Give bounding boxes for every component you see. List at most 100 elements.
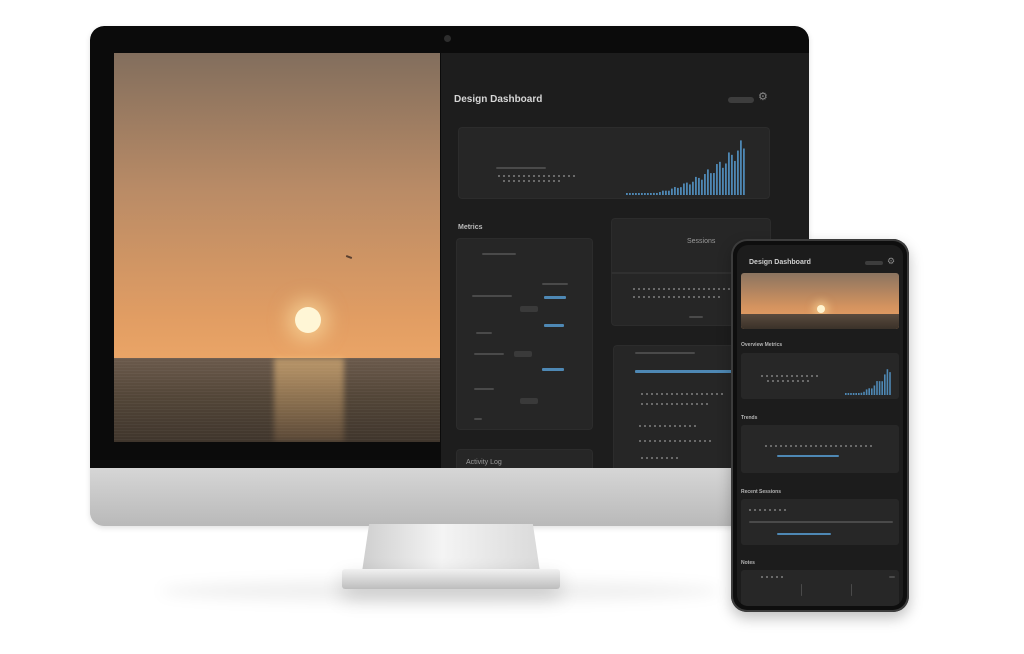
form-progress — [544, 296, 566, 299]
trend-bar — [716, 164, 718, 195]
trend-bar — [674, 186, 676, 195]
phone-sessions-row — [749, 521, 893, 523]
phone-sessions-row — [749, 509, 789, 511]
phone-trends-row — [765, 445, 875, 447]
phone-dashboard-title: Design Dashboard — [749, 259, 811, 266]
phone-notes-divider — [801, 584, 802, 596]
trend-bar — [728, 152, 730, 195]
phone-notes-row — [761, 576, 785, 578]
form-row — [474, 418, 482, 420]
trend-bar — [743, 148, 745, 195]
sunset-photo — [114, 53, 440, 442]
form-row — [474, 353, 504, 355]
desktop-monitor: Design Dashboard ⚙ Metrics Sessions Acti… — [90, 26, 809, 526]
trend-bar — [677, 187, 679, 195]
form-row — [476, 332, 492, 334]
details-progress — [635, 370, 733, 373]
trend-bar — [650, 193, 652, 195]
sun-reflection — [274, 358, 344, 442]
trend-bar — [683, 183, 685, 195]
trend-bar — [635, 193, 637, 195]
trend-bar — [629, 193, 631, 195]
phone-sessions-card — [741, 499, 899, 545]
trend-bar — [659, 192, 661, 195]
sessions-label: Sessions — [687, 238, 716, 245]
trend-bar — [692, 181, 694, 195]
dashboard-title: Design Dashboard — [454, 94, 543, 105]
sun-icon — [295, 307, 321, 333]
trend-bars — [626, 140, 745, 195]
trend-bar — [722, 167, 724, 195]
phone-sessions-progress — [777, 533, 831, 535]
metrics-form-card — [456, 238, 593, 430]
phone-notes-divider — [851, 584, 852, 596]
trend-bar — [858, 393, 860, 395]
details-row — [639, 425, 699, 427]
phone-trends-card — [741, 425, 899, 473]
trend-bar — [865, 389, 868, 395]
notes-label: Notes — [741, 560, 755, 566]
trend-bar — [884, 374, 886, 395]
trend-bar — [731, 154, 733, 195]
trend-bar — [734, 160, 736, 195]
form-header — [482, 253, 516, 255]
trend-bar — [638, 193, 640, 195]
trend-bar — [737, 150, 739, 195]
gear-icon[interactable]: ⚙ — [887, 256, 895, 267]
form-input[interactable] — [520, 306, 538, 312]
monitor-chin — [90, 468, 809, 526]
form-input[interactable] — [514, 351, 532, 357]
form-progress — [544, 324, 564, 327]
form-progress — [542, 368, 564, 371]
trend-bar — [713, 173, 715, 195]
trend-bar — [725, 163, 727, 195]
gear-icon[interactable]: ⚙ — [758, 92, 768, 103]
details-row — [641, 457, 681, 459]
details-row — [641, 393, 725, 395]
phone-trend-bar-chart — [845, 369, 891, 395]
trend-bar — [653, 192, 655, 195]
trend-bar — [668, 190, 670, 195]
phone-trends-progress — [777, 455, 839, 457]
trend-bar — [881, 381, 883, 395]
trend-bar — [647, 193, 649, 195]
phone-trend-bars — [845, 369, 891, 395]
phone-trend-card — [741, 353, 899, 399]
trend-bar-chart — [626, 140, 745, 195]
form-row — [542, 283, 568, 285]
sun-icon — [817, 305, 825, 313]
trend-bar — [860, 392, 863, 395]
trend-bar — [850, 393, 852, 395]
recent-sessions-label: Recent Sessions — [741, 489, 782, 495]
monitor-bezel: Design Dashboard ⚙ Metrics Sessions Acti… — [90, 26, 809, 526]
trend-bar — [698, 177, 700, 195]
trend-chart-card — [458, 127, 770, 199]
activity-log-label: Activity Log — [466, 459, 502, 466]
form-row — [472, 295, 512, 297]
trend-bar — [852, 393, 855, 395]
device-mockup-scene: Design Dashboard ⚙ Metrics Sessions Acti… — [0, 0, 1024, 654]
phone-sunset-photo — [741, 273, 899, 329]
smartphone: Design Dashboard ⚙ Overview Metrics Tren… — [731, 239, 909, 612]
trend-bar — [740, 140, 742, 195]
chart-axis-label — [496, 167, 546, 169]
phone-screen: Design Dashboard ⚙ Overview Metrics Tren… — [737, 245, 903, 606]
bird-icon — [345, 255, 353, 259]
phone-theme-toggle[interactable] — [865, 261, 883, 265]
sessions-row — [633, 288, 733, 290]
phone-notes-row — [889, 576, 895, 578]
chart-legend-row — [498, 175, 578, 177]
trend-bar — [665, 190, 667, 195]
camera-icon — [444, 35, 451, 42]
sessions-footer — [689, 316, 703, 318]
trend-bar — [707, 169, 709, 195]
trend-bar — [886, 369, 889, 395]
trends-label: Trends — [741, 415, 758, 421]
phone-legend-row — [767, 380, 811, 382]
trend-bar — [845, 393, 847, 395]
trend-bar — [686, 182, 688, 195]
theme-toggle[interactable] — [728, 97, 754, 103]
trend-bar — [689, 184, 691, 195]
chart-legend-row — [503, 180, 563, 182]
form-input[interactable] — [520, 398, 538, 404]
